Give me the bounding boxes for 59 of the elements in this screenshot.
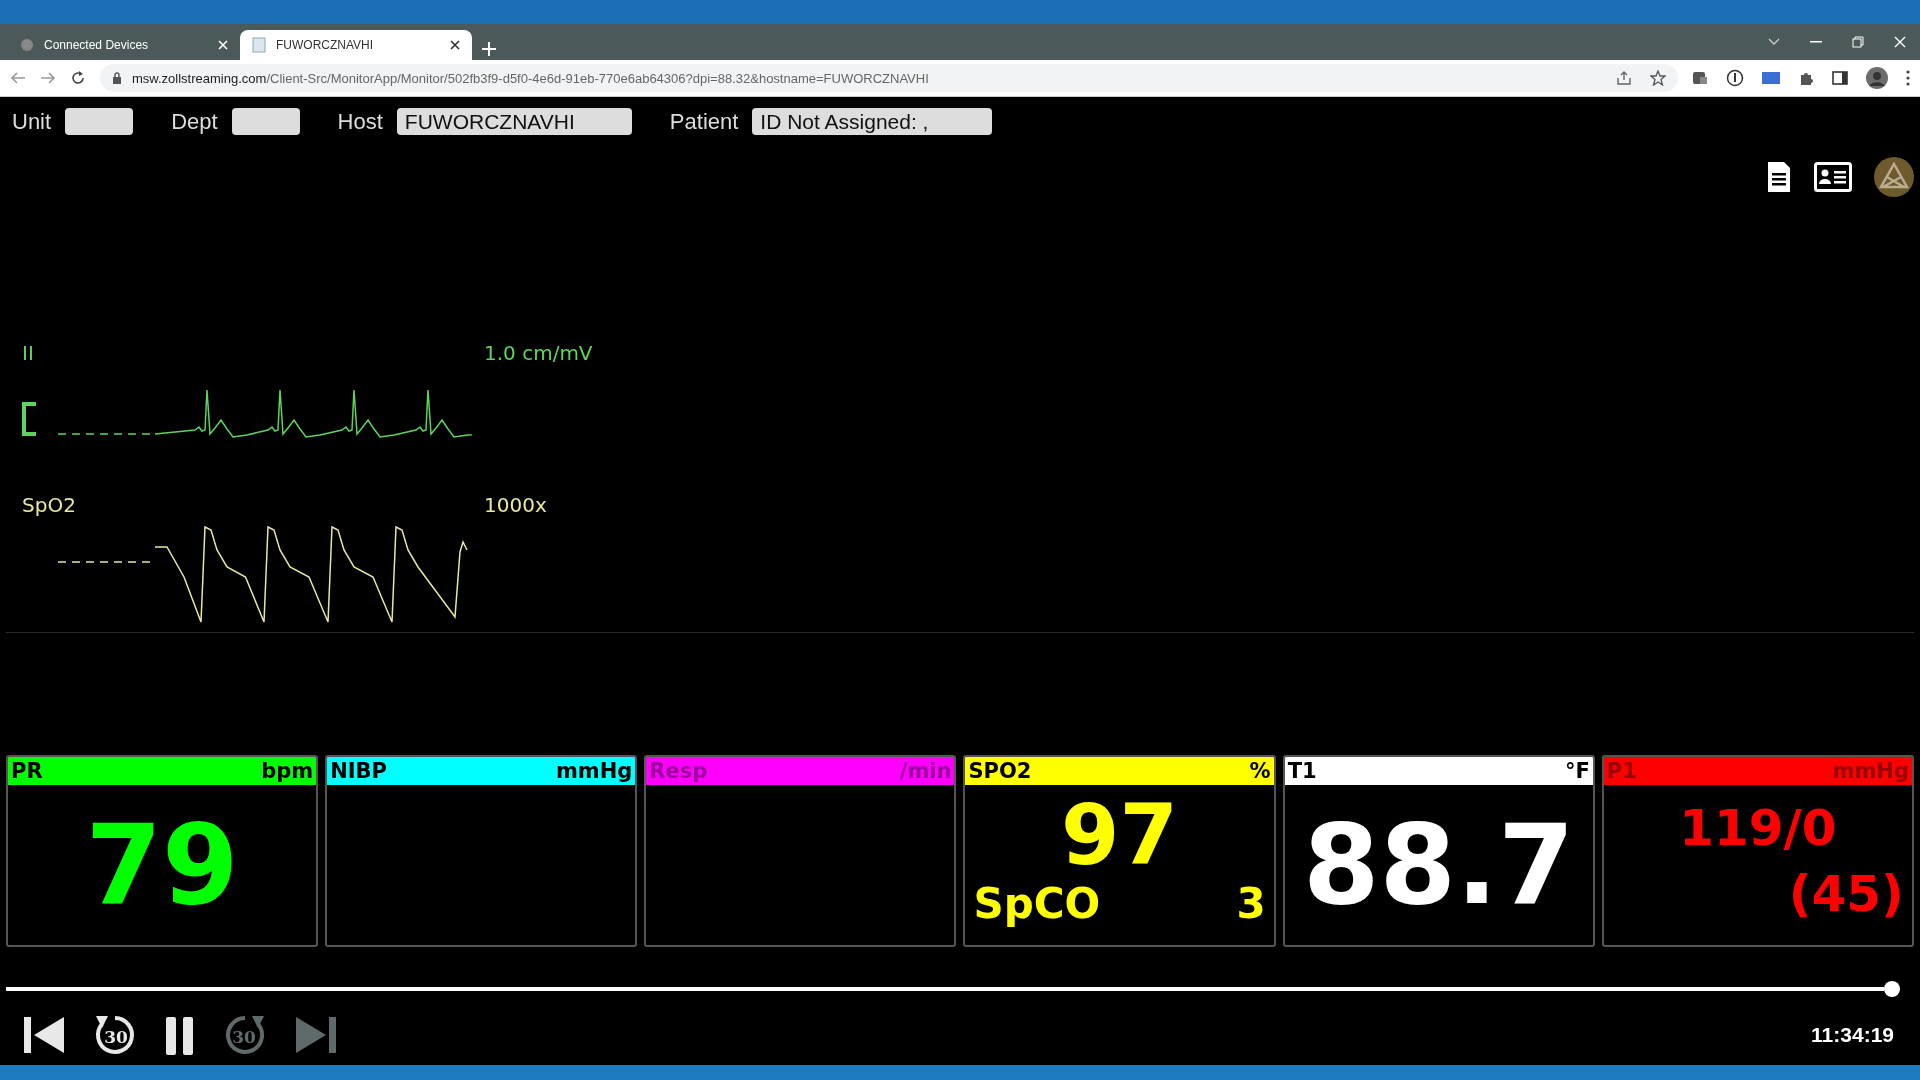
vital-label: Resp [649, 759, 708, 784]
waveform-scale: 1000x [484, 493, 547, 518]
page-icon [252, 37, 266, 53]
vital-sub-value: 3 [1236, 879, 1266, 929]
browser-tab[interactable]: Connected Devices [8, 30, 240, 60]
mean-pressure-value: (45) [1788, 865, 1904, 924]
url-text: msw.zollstreaming.com/Client-Src/MonitorApp/Monitor/502fb3f9-d5f0-4e6d-91eb-770e6ab64306?dpi=88.32&hostname=FUWORCZNAVHI [132, 70, 929, 86]
vital-unit: /min [899, 759, 952, 784]
back-icon[interactable] [10, 71, 26, 85]
vital-value: 119/0 [1679, 799, 1837, 858]
vital-unit: °F [1564, 759, 1590, 784]
vital-label: T1 [1287, 759, 1317, 784]
vital-sub-label: SpCO [973, 879, 1101, 929]
forward-icon[interactable] [40, 71, 56, 85]
field-label: Unit [12, 108, 52, 135]
vital-unit: mmHg [1832, 759, 1909, 784]
new-tab-icon[interactable] [482, 42, 496, 56]
document-icon[interactable] [1766, 159, 1792, 194]
text-field[interactable]: FUWORCZNAVHI [396, 108, 632, 136]
triangle-logo-icon[interactable] [1874, 156, 1914, 197]
chevron-down-icon[interactable] [1768, 38, 1780, 46]
text-field[interactable] [231, 108, 300, 136]
rewind-button[interactable]: 30 [92, 1012, 138, 1059]
menu-icon[interactable] [1906, 70, 1910, 86]
vital-unit: % [1249, 759, 1271, 784]
vital-label: P1 [1606, 759, 1637, 784]
id-card-icon[interactable] [1814, 161, 1852, 192]
vital-value: 88.7 [1303, 810, 1575, 921]
side-panel-icon[interactable] [1832, 70, 1848, 86]
field-label: Dept [171, 108, 218, 135]
address-bar[interactable]: msw.zollstreaming.com/Client-Src/MonitorApp/Monitor/502fb3f9-d5f0-4e6d-91eb-770e6ab64306?dpi=88.32&hostname=FUWORCZNAVHI [100, 64, 1678, 92]
lock-icon [112, 72, 122, 84]
vital-unit: bpm [261, 759, 314, 784]
vital-label: PR [11, 759, 43, 784]
info-icon[interactable] [1726, 69, 1744, 87]
progress-bar[interactable] [6, 987, 1884, 992]
text-field[interactable]: ID Not Assigned: , [752, 108, 993, 136]
restore-icon[interactable] [1852, 36, 1864, 48]
vital-value: 97 [1060, 793, 1179, 878]
vital-label: NIBP [330, 759, 387, 784]
waveform-label: SpO2 [22, 493, 76, 518]
progress-thumb[interactable] [1884, 981, 1900, 998]
vital-unit: mmHg [555, 759, 633, 784]
field-label: Patient [669, 108, 739, 135]
globe-icon [20, 38, 34, 52]
avatar-icon[interactable] [1866, 67, 1888, 89]
playback-time: 11:34:19 [1811, 1023, 1895, 1048]
star-icon[interactable] [1650, 70, 1666, 86]
vital-label: SPO2 [968, 759, 1032, 784]
waveform-scale: 1.0 cm/mV [484, 341, 593, 366]
browser-tab[interactable]: FUWORCZNAVHI [240, 30, 472, 60]
field-label: Host [337, 108, 383, 135]
share-icon[interactable] [1616, 70, 1632, 86]
reload-icon[interactable] [70, 70, 86, 86]
vital-value: 79 [85, 810, 239, 921]
waveform-label: II [22, 341, 34, 366]
close-icon[interactable] [450, 40, 460, 50]
puzzle-icon[interactable] [1798, 70, 1814, 86]
text-field[interactable] [65, 108, 134, 136]
